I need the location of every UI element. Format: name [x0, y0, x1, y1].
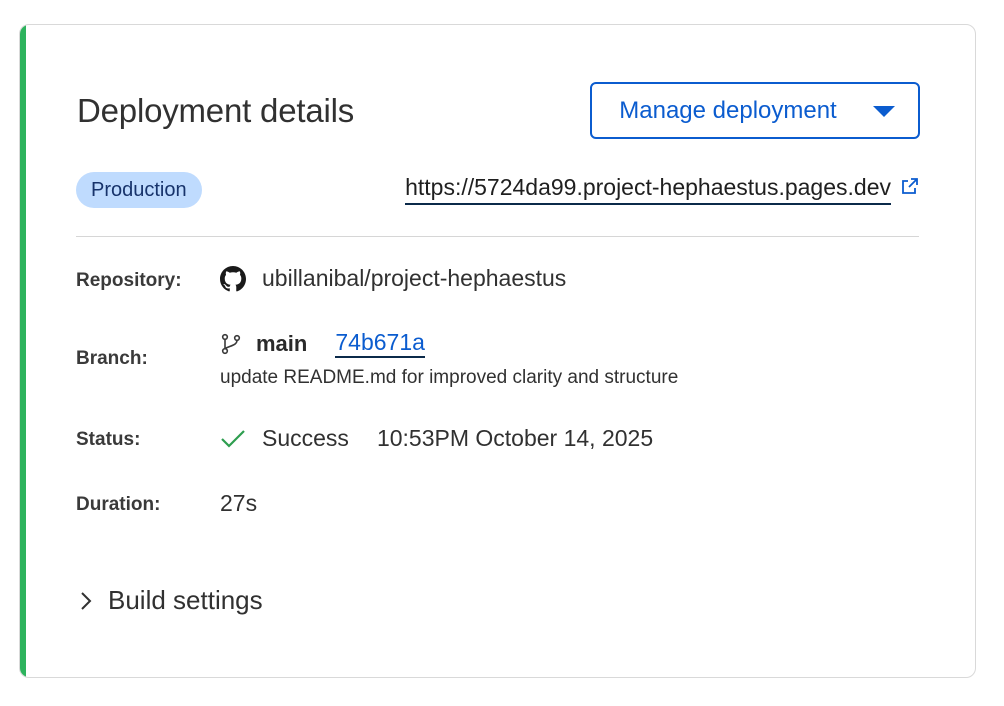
commit-message: update README.md for improved clarity an… — [220, 367, 679, 388]
duration-label: Duration: — [76, 494, 161, 515]
deployment-details-card: Deployment details Manage deployment Pro… — [19, 24, 976, 678]
divider — [76, 236, 919, 237]
duration-value: 27s — [220, 490, 258, 516]
git-branch-icon — [221, 333, 241, 354]
repository-name: ubillanibal/project-hephaestus — [262, 265, 567, 291]
branch-name: main — [256, 330, 308, 356]
branch-value: main 74b671a — [220, 329, 425, 358]
card-title: Deployment details — [77, 92, 355, 129]
repository-value: ubillanibal/project-hephaestus — [220, 265, 566, 292]
manage-deployment-button[interactable]: Manage deployment — [590, 82, 920, 139]
deployment-url-container: https://5724da99.project-hephaestus.page… — [405, 173, 919, 205]
status-text: Success — [262, 425, 349, 451]
commit-hash-link[interactable]: 74b671a — [335, 329, 425, 358]
caret-down-icon — [872, 106, 895, 117]
check-icon — [221, 429, 245, 448]
manage-deployment-label: Manage deployment — [619, 96, 837, 124]
github-icon — [220, 265, 246, 291]
status-timestamp: 10:53PM October 14, 2025 — [376, 425, 654, 451]
repository-label: Repository: — [76, 270, 182, 291]
build-settings-label: Build settings — [108, 585, 263, 615]
branch-label: Branch: — [76, 348, 148, 369]
status-label: Status: — [76, 429, 141, 450]
environment-badge: Production — [76, 172, 202, 208]
deployment-url-link[interactable]: https://5724da99.project-hephaestus.page… — [405, 173, 891, 205]
chevron-right-icon — [81, 591, 92, 610]
build-settings-toggle[interactable]: Build settings — [76, 585, 263, 616]
external-link-icon[interactable] — [901, 177, 919, 195]
status-value: Success 10:53PM October 14, 2025 — [220, 425, 653, 452]
